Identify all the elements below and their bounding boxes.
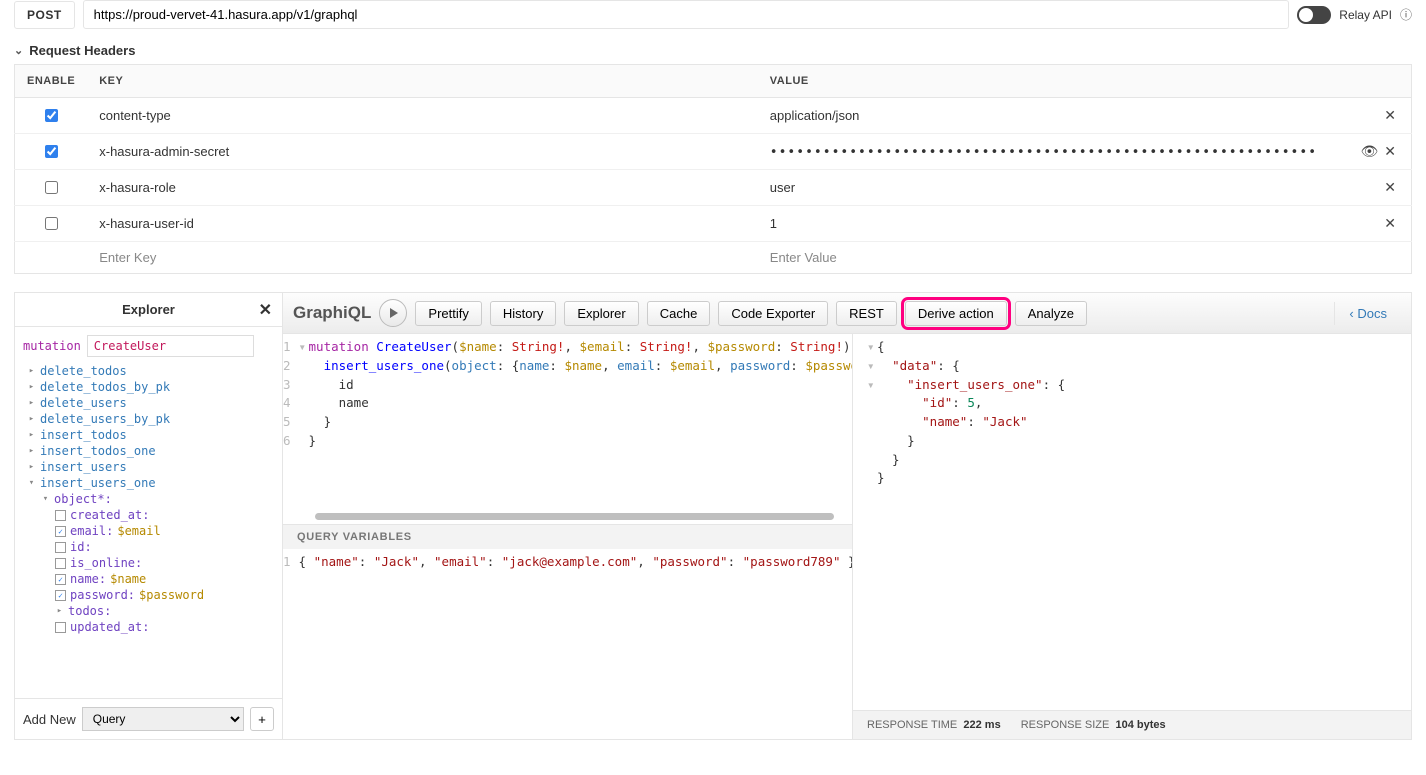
analyze-button[interactable]: Analyze	[1015, 301, 1087, 326]
col-key: KEY	[87, 65, 758, 98]
col-value: VALUE	[758, 65, 1412, 98]
response-time-label: RESPONSE TIME	[867, 719, 957, 731]
table-row: x-hasura-roleuser ✕	[15, 170, 1412, 206]
tree-field[interactable]: email: $email	[55, 523, 274, 539]
execute-button[interactable]	[379, 299, 407, 327]
variables-editor[interactable]: 1{ "name": "Jack", "email": "jack@exampl…	[283, 549, 852, 739]
explorer-title: Explorer	[122, 302, 175, 317]
col-enable: ENABLE	[15, 65, 88, 98]
enable-checkbox[interactable]	[45, 217, 58, 230]
header-value[interactable]: user	[758, 170, 1346, 206]
prettify-button[interactable]: Prettify	[415, 301, 481, 326]
header-key[interactable]: x-hasura-admin-secret	[87, 134, 758, 170]
info-icon[interactable]: ⓘ	[1400, 6, 1412, 23]
tree-node[interactable]: ▸delete_users_by_pk	[27, 411, 274, 427]
tree-node[interactable]: ▸insert_todos	[27, 427, 274, 443]
rest-button[interactable]: REST	[836, 301, 897, 326]
tree-field[interactable]: id:	[55, 539, 274, 555]
enable-checkbox[interactable]	[45, 109, 58, 122]
enable-checkbox[interactable]	[45, 145, 58, 158]
response-size-label: RESPONSE SIZE	[1021, 719, 1110, 731]
tree-field[interactable]: created_at:	[55, 507, 274, 523]
response-time-value: 222 ms	[963, 719, 1000, 731]
header-key-placeholder[interactable]: Enter Key	[99, 250, 156, 265]
close-icon[interactable]: ✕	[1381, 179, 1399, 196]
eye-icon[interactable]: 👁	[1357, 143, 1381, 160]
header-value[interactable]: application/json	[758, 98, 1346, 134]
docs-button[interactable]: Docs	[1334, 302, 1401, 325]
graphiql-title: GraphiQL	[293, 303, 371, 323]
tree-field[interactable]: updated_at:	[55, 619, 274, 635]
tree-field[interactable]: password: $password	[55, 587, 274, 603]
tree-node[interactable]: ▸delete_users	[27, 395, 274, 411]
request-headers-table: ENABLE KEY VALUE content-typeapplication…	[14, 64, 1412, 274]
chevron-down-icon: ⌄	[14, 44, 23, 57]
header-key[interactable]: x-hasura-user-id	[87, 206, 758, 242]
add-operation-button[interactable]: +	[250, 707, 274, 731]
header-value[interactable]: 1	[758, 206, 1346, 242]
request-headers-title: Request Headers	[29, 43, 135, 58]
op-keyword: mutation	[23, 339, 81, 353]
add-new-label: Add New	[23, 712, 76, 727]
relay-api-toggle[interactable]	[1297, 6, 1331, 24]
result-viewer: ▾{▾ "data": {▾ "insert_users_one": { "id…	[853, 334, 1411, 710]
endpoint-url-input[interactable]	[83, 0, 1290, 29]
operation-name-input[interactable]	[87, 335, 254, 357]
table-row: Enter Key Enter Value	[15, 242, 1412, 274]
cache-button[interactable]: Cache	[647, 301, 711, 326]
header-value-placeholder[interactable]: Enter Value	[770, 250, 837, 265]
add-new-select[interactable]: Query	[82, 707, 244, 731]
tree-node-open[interactable]: ▾insert_users_one	[27, 475, 274, 491]
tree-node[interactable]: ▸insert_todos_one	[27, 443, 274, 459]
close-icon[interactable]: ✕	[1381, 107, 1399, 124]
close-icon[interactable]: ✕	[259, 300, 272, 320]
history-button[interactable]: History	[490, 301, 556, 326]
tree-node[interactable]: ▸delete_todos_by_pk	[27, 379, 274, 395]
query-variables-toggle[interactable]: QUERY VARIABLES	[283, 524, 852, 549]
close-icon[interactable]: ✕	[1381, 143, 1399, 160]
derive-action-button[interactable]: Derive action	[905, 301, 1007, 326]
header-key[interactable]: x-hasura-role	[87, 170, 758, 206]
code-exporter-button[interactable]: Code Exporter	[718, 301, 828, 326]
horizontal-scrollbar[interactable]	[315, 513, 834, 520]
header-value[interactable]: ••••••••••••••••••••••••••••••••••••••••…	[758, 134, 1346, 170]
close-icon[interactable]: ✕	[1381, 215, 1399, 232]
enable-checkbox[interactable]	[45, 181, 58, 194]
table-row: x-hasura-user-id1 ✕	[15, 206, 1412, 242]
play-icon	[390, 308, 398, 318]
tree-field[interactable]: name: $name	[55, 571, 274, 587]
relay-api-label: Relay API	[1339, 8, 1392, 22]
request-headers-toggle[interactable]: ⌄ Request Headers	[14, 43, 1412, 58]
tree-node[interactable]: ▸delete_todos	[27, 363, 274, 379]
header-key[interactable]: content-type	[87, 98, 758, 134]
explorer-button[interactable]: Explorer	[564, 301, 638, 326]
table-row: x-hasura-admin-secret•••••••••••••••••••…	[15, 134, 1412, 170]
table-row: content-typeapplication/json ✕	[15, 98, 1412, 134]
tree-arg-group[interactable]: ▾object*:	[41, 491, 274, 507]
response-size-value: 104 bytes	[1115, 719, 1165, 731]
tree-node[interactable]: ▸insert_users	[27, 459, 274, 475]
query-editor[interactable]: 1▾mutation CreateUser($name: String!, $e…	[283, 334, 852, 524]
http-method-label: POST	[14, 1, 75, 29]
explorer-pane: Explorer ✕ mutation ▸delete_todos▸delete…	[15, 293, 283, 739]
tree-field[interactable]: ▸todos:	[55, 603, 274, 619]
tree-field[interactable]: is_online:	[55, 555, 274, 571]
